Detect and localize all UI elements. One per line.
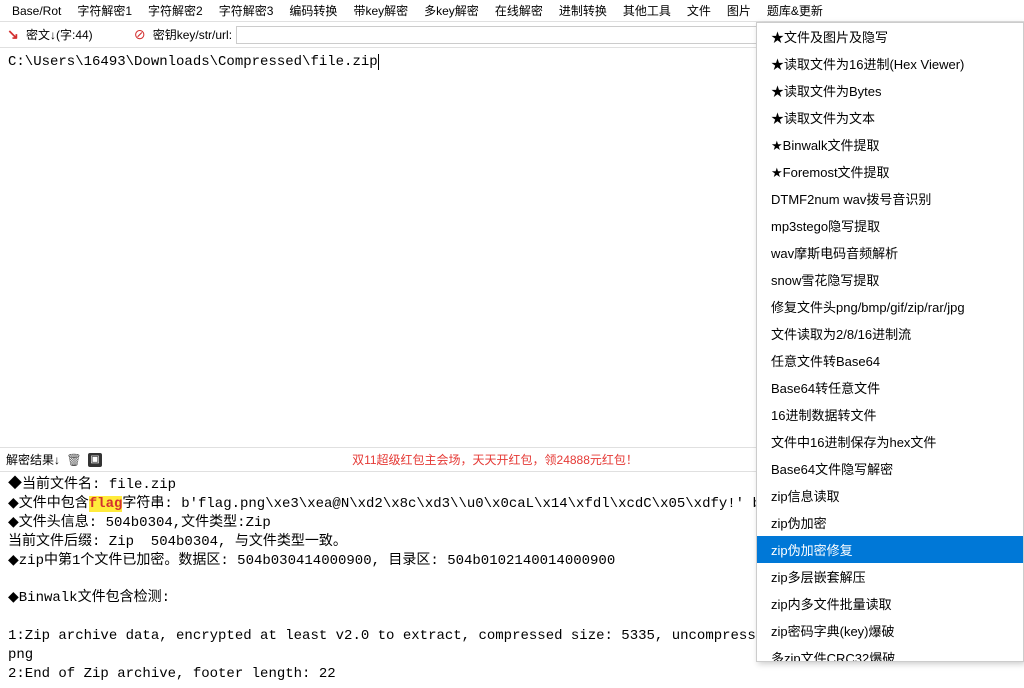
file-path: C:\Users\16493\Downloads\Compressed\file… [8,54,378,70]
menubar-item-2[interactable]: 字符解密2 [140,0,211,21]
trash-icon[interactable]: 🗑 [66,452,82,468]
menubar-item-4[interactable]: 编码转换 [281,0,345,21]
menubar-item-1[interactable]: 字符解密1 [69,0,140,21]
key-label: 密钥key/str/url: [153,26,232,43]
menubar-item-0[interactable]: Base/Rot [4,2,69,20]
menubar-item-12[interactable]: 题库&更新 [759,0,831,21]
dropdown-item-7[interactable]: mp3stego隐写提取 [757,212,1023,239]
dropdown-item-22[interactable]: zip密码字典(key)爆破 [757,617,1023,644]
menubar-item-7[interactable]: 在线解密 [487,0,551,21]
dropdown-item-2[interactable]: ★读取文件为Bytes [757,77,1023,104]
dropdown-item-18[interactable]: zip伪加密 [757,509,1023,536]
menubar-item-10[interactable]: 文件 [679,0,719,21]
export-icon[interactable]: ↘ [4,26,22,44]
dropdown-item-11[interactable]: 文件读取为2/8/16进制流 [757,320,1023,347]
copy-result-icon[interactable]: ▣ [88,453,102,467]
dropdown-item-4[interactable]: ★Binwalk文件提取 [757,131,1023,158]
ciphertext-label: 密文↓(字:44) [26,26,93,43]
dropdown-item-10[interactable]: 修复文件头png/bmp/gif/zip/rar/jpg [757,293,1023,320]
dropdown-item-19[interactable]: zip伪加密修复 [757,536,1023,563]
file-dropdown-menu: ★文件及图片及隐写★读取文件为16进制(Hex Viewer)★读取文件为Byt… [756,22,1024,662]
dropdown-item-6[interactable]: DTMF2num wav拨号音识别 [757,185,1023,212]
dropdown-item-8[interactable]: wav摩斯电码音频解析 [757,239,1023,266]
dropdown-item-23[interactable]: 多zip文件CRC32爆破 [757,644,1023,662]
menubar-item-11[interactable]: 图片 [719,0,759,21]
dropdown-item-0[interactable]: ★文件及图片及隐写 [757,23,1023,50]
dropdown-item-16[interactable]: Base64文件隐写解密 [757,455,1023,482]
dropdown-item-21[interactable]: zip内多文件批量读取 [757,590,1023,617]
dropdown-item-13[interactable]: Base64转任意文件 [757,374,1023,401]
dropdown-item-17[interactable]: zip信息读取 [757,482,1023,509]
dropdown-item-14[interactable]: 16进制数据转文件 [757,401,1023,428]
menubar: Base/Rot字符解密1字符解密2字符解密3编码转换带key解密多key解密在… [0,0,1024,22]
menubar-item-5[interactable]: 带key解密 [345,0,416,21]
dropdown-item-1[interactable]: ★读取文件为16进制(Hex Viewer) [757,50,1023,77]
dropdown-item-20[interactable]: zip多层嵌套解压 [757,563,1023,590]
dropdown-item-5[interactable]: ★Foremost文件提取 [757,158,1023,185]
menubar-item-8[interactable]: 进制转换 [551,0,615,21]
flag-highlight: flag [89,496,123,512]
dropdown-item-3[interactable]: ★读取文件为文本 [757,104,1023,131]
dropdown-item-15[interactable]: 文件中16进制保存为hex文件 [757,428,1023,455]
menubar-item-9[interactable]: 其他工具 [615,0,679,21]
prohibit-icon[interactable]: ⊘ [131,26,149,44]
dropdown-item-12[interactable]: 任意文件转Base64 [757,347,1023,374]
menubar-item-3[interactable]: 字符解密3 [211,0,282,21]
dropdown-item-9[interactable]: snow雪花隐写提取 [757,266,1023,293]
menubar-item-6[interactable]: 多key解密 [416,0,487,21]
result-label: 解密结果↓ [6,451,60,468]
